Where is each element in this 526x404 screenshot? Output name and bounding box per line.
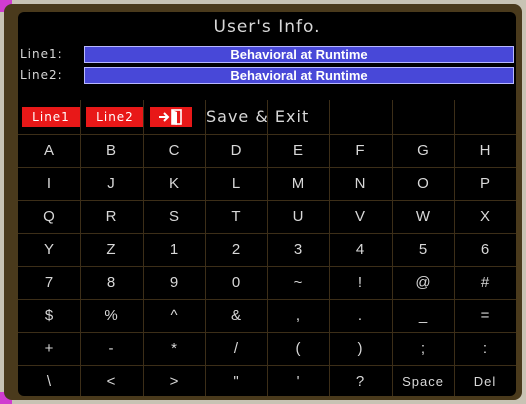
key-button[interactable]: P: [454, 168, 516, 199]
key-button[interactable]: O: [392, 168, 454, 199]
key-button[interactable]: &: [205, 300, 267, 331]
key-button[interactable]: Q: [18, 201, 80, 232]
keyboard: Line1 Line2 Save & Exit ABCDEFGH IJKLMNOP…: [18, 100, 516, 396]
key-button[interactable]: +: [18, 333, 80, 364]
key-button[interactable]: H: [454, 135, 516, 166]
key-button[interactable]: @: [392, 267, 454, 298]
key-button[interactable]: 6: [454, 234, 516, 265]
key-button[interactable]: %: [80, 300, 142, 331]
key-button[interactable]: N: [329, 168, 391, 199]
key-button[interactable]: F: [329, 135, 391, 166]
key-button[interactable]: 0: [205, 267, 267, 298]
key-button[interactable]: !: [329, 267, 391, 298]
exit-door-icon[interactable]: [150, 107, 192, 127]
key-button[interactable]: D: [205, 135, 267, 166]
key-button[interactable]: G: [392, 135, 454, 166]
line2-label: Line2:: [20, 68, 63, 82]
key-button[interactable]: T: [205, 201, 267, 232]
screen: User's Info. Line1: Behavioral at Runtim…: [18, 12, 516, 396]
key-button[interactable]: <: [80, 366, 142, 396]
key-button[interactable]: 4: [329, 234, 391, 265]
line2-field[interactable]: Behavioral at Runtime: [84, 67, 514, 84]
key-button[interactable]: 7: [18, 267, 80, 298]
key-button[interactable]: 2: [205, 234, 267, 265]
key-button[interactable]: M: [267, 168, 329, 199]
key-button[interactable]: X: [454, 201, 516, 232]
save-exit-button[interactable]: Save & Exit: [206, 106, 309, 128]
key-button[interactable]: 3: [267, 234, 329, 265]
key-button[interactable]: ^: [143, 300, 205, 331]
key-button[interactable]: 9: [143, 267, 205, 298]
key-button[interactable]: 1: [143, 234, 205, 265]
key-button[interactable]: ;: [392, 333, 454, 364]
key-button[interactable]: $: [18, 300, 80, 331]
line1-field[interactable]: Behavioral at Runtime: [84, 46, 514, 63]
key-button[interactable]: C: [143, 135, 205, 166]
key-button[interactable]: Z: [80, 234, 142, 265]
key-button[interactable]: _: [392, 300, 454, 331]
key-button[interactable]: J: [80, 168, 142, 199]
key-button[interactable]: ~: [267, 267, 329, 298]
line2-row: Line2: Behavioral at Runtime: [18, 67, 516, 84]
key-button[interactable]: V: [329, 201, 391, 232]
key-button[interactable]: L: [205, 168, 267, 199]
key-button[interactable]: Y: [18, 234, 80, 265]
key-button[interactable]: #: [454, 267, 516, 298]
key-button[interactable]: Del: [454, 366, 516, 396]
key-button[interactable]: R: [80, 201, 142, 232]
key-button[interactable]: ': [267, 366, 329, 396]
key-button[interactable]: 8: [80, 267, 142, 298]
key-button[interactable]: ): [329, 333, 391, 364]
key-button[interactable]: S: [143, 201, 205, 232]
key-button[interactable]: ?: [329, 366, 391, 396]
key-button[interactable]: .: [329, 300, 391, 331]
key-button[interactable]: W: [392, 201, 454, 232]
key-button[interactable]: \: [18, 366, 80, 396]
key-button[interactable]: /: [205, 333, 267, 364]
key-button[interactable]: 5: [392, 234, 454, 265]
key-button[interactable]: >: [143, 366, 205, 396]
key-button[interactable]: ": [205, 366, 267, 396]
key-button[interactable]: :: [454, 333, 516, 364]
device-frame: User's Info. Line1: Behavioral at Runtim…: [4, 4, 522, 400]
key-button[interactable]: -: [80, 333, 142, 364]
key-button[interactable]: E: [267, 135, 329, 166]
line1-row: Line1: Behavioral at Runtime: [18, 46, 516, 63]
key-button[interactable]: =: [454, 300, 516, 331]
key-button[interactable]: (: [267, 333, 329, 364]
key-button[interactable]: I: [18, 168, 80, 199]
page-title: User's Info.: [213, 17, 321, 37]
line2-button[interactable]: Line2: [86, 107, 144, 127]
key-button[interactable]: K: [143, 168, 205, 199]
key-button[interactable]: U: [267, 201, 329, 232]
key-button[interactable]: B: [80, 135, 142, 166]
key-button[interactable]: ,: [267, 300, 329, 331]
line1-button[interactable]: Line1: [22, 107, 80, 127]
key-button[interactable]: A: [18, 135, 80, 166]
key-button[interactable]: *: [143, 333, 205, 364]
key-button[interactable]: Space: [392, 366, 454, 396]
line1-label: Line1:: [20, 47, 63, 61]
